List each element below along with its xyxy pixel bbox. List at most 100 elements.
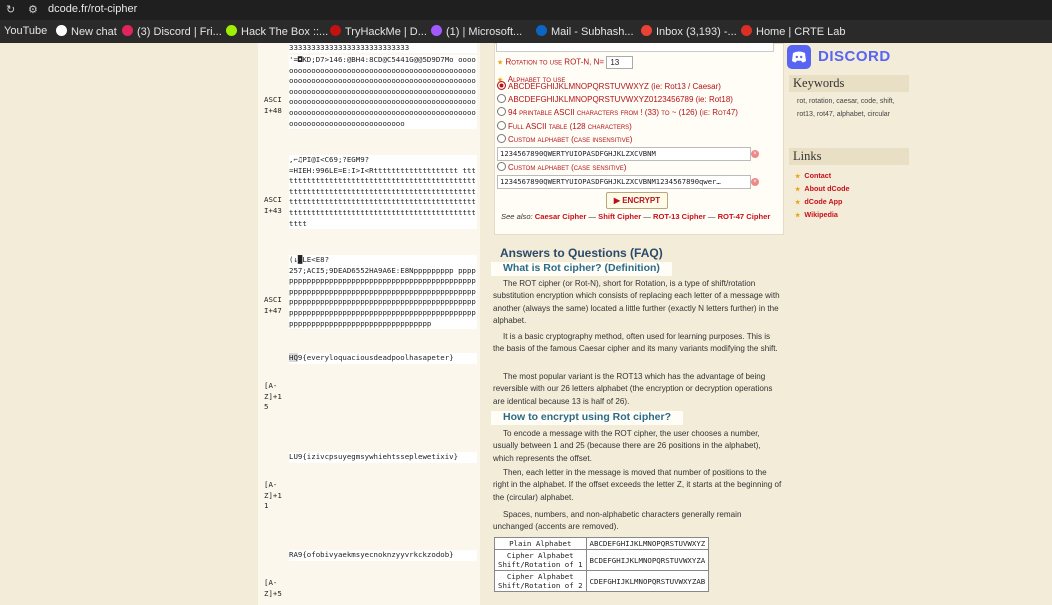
bookmark-item[interactable]: (1) | Microsoft...: [431, 25, 522, 38]
url-text[interactable]: dcode.fr/rot-cipher: [48, 3, 137, 15]
favicon-icon: [122, 25, 133, 36]
bookmark-item[interactable]: Inbox (3,193) -...: [641, 25, 737, 38]
radio-button[interactable]: [497, 81, 506, 90]
favicon-icon: [641, 25, 652, 36]
see-also-label: See also:: [501, 212, 533, 221]
discord-icon[interactable]: [787, 45, 811, 69]
bookmark-item[interactable]: Mail - Subhash...: [536, 25, 634, 38]
alphabet-option[interactable]: ABCDEFGHIJKLMNOPQRSTUVWXYZ (ie: Rot13 / …: [497, 81, 721, 91]
option-label: ABCDEFGHIJKLMNOPQRSTUVWXYZ (ie: Rot13 / …: [508, 82, 721, 91]
sidebar-link[interactable]: ★ Wikipedia: [795, 210, 838, 219]
sidebar-link[interactable]: ★ dCode App: [795, 197, 842, 206]
favicon-icon: [56, 25, 67, 36]
see-also-link[interactable]: ROT-47 Cipher: [718, 212, 771, 221]
radio-button[interactable]: [497, 121, 506, 130]
bullet-icon: ★: [795, 213, 801, 219]
alphabet-table: Plain Alphabet ABCDEFGHIJKLMNOPQRSTUVWXYZ…: [494, 537, 710, 592]
bookmark-item[interactable]: Hack The Box ::...: [226, 25, 328, 38]
result-text[interactable]: 333333333333333333333333333: [289, 43, 477, 53]
radio-button[interactable]: [497, 94, 506, 103]
custom-alphabet-ci-input[interactable]: 1234567890QWERTYUIOPASDFGHJKLZXCVBNM: [497, 147, 751, 161]
bookmark-item[interactable]: Home | CRTE Lab: [741, 25, 845, 38]
result-label: ASCI I+43: [264, 195, 282, 215]
faq-paragraph: Then, each letter in the message is move…: [493, 468, 782, 502]
option-label: Custom alphabet (case sensitive): [508, 163, 627, 172]
encrypt-button[interactable]: ▶ ENCRYPT: [606, 192, 668, 209]
table-cell: Cipher Alphabet Shift/Rotation of 2: [494, 570, 587, 592]
see-also-links: Caesar Cipher — Shift Cipher — ROT-13 Ci…: [534, 212, 771, 221]
result-label: ASCI I+47: [264, 295, 282, 315]
discord-wordmark[interactable]: DISCORD: [818, 48, 891, 65]
radio-button[interactable]: [497, 107, 506, 116]
bookmark-item[interactable]: YouTube: [4, 25, 47, 37]
table-row: Plain Alphabet ABCDEFGHIJKLMNOPQRSTUVWXYZ: [494, 537, 710, 550]
result-text[interactable]: (↓█LE<E8? 257;ACI5;9DEAD6552HA9A6E:E8Npp…: [289, 255, 477, 330]
bullet-icon: ★: [795, 174, 801, 180]
bookmark-item[interactable]: New chat: [56, 25, 117, 38]
bookmark-label: New chat: [71, 26, 117, 38]
bookmark-label: Inbox (3,193) -...: [656, 26, 737, 38]
reload-icon[interactable]: ↻: [6, 3, 15, 16]
alphabet-option[interactable]: Custom alphabet (case sensitive): [497, 162, 626, 172]
result-label: [A- Z]+1 1: [264, 480, 282, 511]
table-cell: CDEFGHIJKLMNOPQRSTUVWXYZAB: [585, 570, 710, 592]
radio-button[interactable]: [497, 134, 506, 143]
bookmark-label: Home | CRTE Lab: [756, 26, 846, 38]
option-label: 94 printable ASCII characters from ! (33…: [508, 108, 738, 117]
bookmark-label: (3) Discord | Fri...: [137, 26, 222, 38]
bookmark-item[interactable]: TryHackMe | D...: [330, 25, 427, 38]
bookmarks-bar: YouTube New chat (3) Discord | Fri... Hack …: [0, 20, 1052, 43]
result-label: [A- Z]+5: [264, 578, 282, 598]
clear-icon[interactable]: ×: [751, 150, 759, 158]
selection-highlight: HQ: [289, 353, 298, 362]
faq-paragraph: The ROT cipher (or Rot-N), short for Rot…: [493, 279, 780, 326]
faq-title: Answers to Questions (FAQ): [500, 246, 663, 260]
clear-icon[interactable]: ×: [751, 178, 759, 186]
rotation-input[interactable]: 13: [606, 56, 634, 69]
rotation-row: ★ Rotation to use ROT-N, N= 13: [497, 56, 634, 69]
links-title: Links: [789, 148, 909, 165]
result-text[interactable]: '=◘KD;D7>146:@BH4:8CD@C5441G@@5D9D7Mo oo…: [289, 55, 477, 130]
result-text[interactable]: LU9{izivcpsuyegmsywhiehtsseplewetixiv}: [289, 452, 477, 463]
alphabet-option[interactable]: Custom alphabet (case insensitive): [497, 134, 632, 144]
favicon-icon: [330, 25, 341, 36]
alphabet-option[interactable]: Full ASCII table (128 characters): [497, 121, 632, 131]
option-label: Custom alphabet (case insensitive): [508, 135, 633, 144]
result-text[interactable]: ,⌐♫PI@I<C69;?EGM9? =HIEH:996LE=E:I>I<Rtt…: [289, 155, 477, 230]
alphabet-option[interactable]: ABCDEFGHIJKLMNOPQRSTUVWXYZ0123456789 (ie…: [497, 94, 733, 104]
option-label: ABCDEFGHIJKLMNOPQRSTUVWXYZ0123456789 (ie…: [508, 95, 733, 104]
see-also: See also: Caesar Cipher — Shift Cipher —…: [501, 212, 771, 221]
result-text[interactable]: HQ9{everyloquaciousdeadpoolhasapeter}: [289, 353, 477, 364]
table-cell: Plain Alphabet: [494, 537, 587, 550]
custom-alphabet-cs-input[interactable]: 1234567890QWERTYUIOPASDFGHJKLZXCVBNM1234…: [497, 175, 751, 189]
bullet-icon: ★: [795, 200, 801, 206]
sidebar-link[interactable]: ★ Contact: [795, 171, 831, 180]
link-label: About dCode: [804, 184, 850, 193]
radio-button[interactable]: [497, 162, 506, 171]
see-also-link[interactable]: Shift Cipher: [598, 212, 641, 221]
right-panel: [785, 43, 907, 605]
result-text[interactable]: RA9{ofobivyaekmsyecnoknzyyvrkckzodob}: [289, 550, 477, 561]
message-textarea[interactable]: [496, 43, 774, 52]
favicon-icon: [226, 25, 237, 36]
link-label: Wikipedia: [804, 210, 838, 219]
favicon-icon: [741, 25, 752, 36]
bookmark-label: Hack The Box ::...: [241, 26, 329, 38]
faq-paragraph: The most popular variant is the ROT13 wh…: [493, 372, 773, 406]
faq-paragraph: It is a basic cryptography method, often…: [493, 332, 778, 354]
bookmark-label: Mail - Subhash...: [551, 26, 634, 38]
table-cell: ABCDEFGHIJKLMNOPQRSTUVWXYZ: [585, 537, 710, 550]
see-also-link[interactable]: Caesar Cipher: [535, 212, 587, 221]
faq-question-1: What is Rot cipher? (Definition): [491, 262, 672, 276]
star-icon: ★: [497, 59, 504, 67]
rotation-label: Rotation to use ROT-N, N=: [505, 57, 605, 67]
site-settings-icon[interactable]: ⚙: [28, 3, 38, 16]
see-also-link[interactable]: ROT-13 Cipher: [653, 212, 706, 221]
favicon-icon: [431, 25, 442, 36]
alphabet-option[interactable]: 94 printable ASCII characters from ! (33…: [497, 107, 738, 117]
bullet-icon: ★: [795, 187, 801, 193]
sidebar-link[interactable]: ★ About dCode: [795, 184, 850, 193]
result-label: ASCI I+48: [264, 95, 282, 115]
bookmark-item[interactable]: (3) Discord | Fri...: [122, 25, 222, 38]
faq-question-2: How to encrypt using Rot cipher?: [491, 411, 684, 425]
